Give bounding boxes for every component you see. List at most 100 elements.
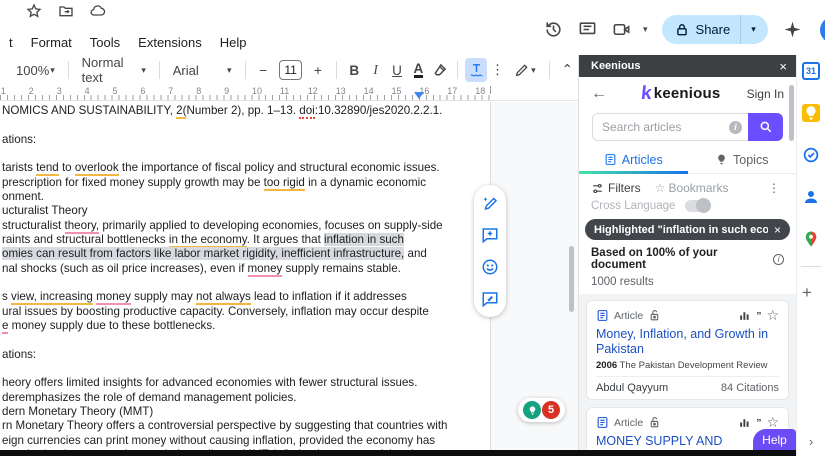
tab-articles[interactable]: Articles: [579, 146, 688, 173]
bold-button[interactable]: B: [344, 58, 365, 82]
meet-video-icon[interactable]: [608, 17, 634, 43]
tab-topics[interactable]: Topics: [688, 146, 797, 173]
chip-close-icon[interactable]: ×: [774, 223, 781, 237]
share-caret-icon[interactable]: ▾: [743, 24, 764, 35]
document-scrollbar[interactable]: [569, 246, 574, 312]
highlight-color-icon[interactable]: [429, 58, 450, 82]
zoom-select[interactable]: 100% ▾: [10, 58, 61, 82]
document-line[interactable]: heory offers limited insights for advanc…: [2, 376, 472, 390]
menu-insert-truncated[interactable]: t: [2, 33, 20, 52]
document-line[interactable]: raints and structural bottlenecks in the…: [2, 233, 472, 247]
menu-extensions[interactable]: Extensions: [131, 33, 209, 52]
document-line[interactable]: omies can result from factors like labor…: [2, 247, 472, 261]
font-select[interactable]: Arial ▾: [167, 58, 238, 82]
document-line[interactable]: onment.: [2, 190, 472, 204]
document-line[interactable]: ations:: [2, 133, 472, 147]
document-line[interactable]: nal shocks (such as oil price increases)…: [2, 262, 472, 276]
menu-format[interactable]: Format: [24, 33, 79, 52]
document-line[interactable]: prescription for fixed money supply grow…: [2, 176, 472, 190]
editing-mode-select[interactable]: ▾: [508, 58, 542, 82]
comments-icon[interactable]: [574, 17, 600, 43]
document-line[interactable]: s view, increasing money supply may not …: [2, 290, 472, 304]
ruler[interactable]: 123456789101112131415161718: [0, 86, 578, 101]
document-text[interactable]: NOMICS AND SUSTAINABILITY, 2(Number 2), …: [2, 104, 472, 450]
document-page[interactable]: NOMICS AND SUSTAINABILITY, 2(Number 2), …: [0, 102, 491, 450]
collapse-panel-icon[interactable]: ›: [809, 434, 813, 449]
help-button[interactable]: Help: [753, 429, 796, 451]
meet-caret-icon[interactable]: ▾: [643, 24, 648, 35]
sidebar-more-icon[interactable]: ⋮: [768, 181, 784, 195]
sign-in-link[interactable]: Sign In: [747, 87, 784, 101]
search-button[interactable]: [748, 113, 783, 141]
metrics-icon[interactable]: [738, 309, 751, 322]
menu-help[interactable]: Help: [213, 33, 254, 52]
document-line[interactable]: NOMICS AND SUSTAINABILITY, 2(Number 2), …: [2, 104, 472, 118]
search-placeholder: Search articles: [602, 120, 729, 134]
close-icon[interactable]: ×: [779, 59, 787, 74]
document-line[interactable]: rn Monetary Theory offers a controversia…: [2, 419, 472, 433]
paragraph-style-select[interactable]: Normal text ▾: [76, 58, 152, 82]
document-line[interactable]: deremphasizes the role of demand managem…: [2, 391, 472, 405]
maps-icon[interactable]: [802, 230, 820, 248]
filters-button[interactable]: Filters: [591, 181, 641, 195]
menu-tools[interactable]: Tools: [83, 33, 127, 52]
calendar-icon[interactable]: 31: [802, 62, 820, 80]
search-input[interactable]: Search articles i: [592, 113, 748, 141]
sidebar-scrollbar[interactable]: [789, 85, 794, 141]
document-line[interactable]: ucturalist Theory: [2, 204, 472, 218]
hide-menus-icon[interactable]: ⌃: [557, 58, 578, 82]
document-line[interactable]: e money supply due to these bottlenecks.: [2, 319, 472, 333]
share-button[interactable]: Share ▾: [662, 15, 768, 44]
bookmarks-button[interactable]: ☆ Bookmarks: [655, 181, 729, 195]
star-icon[interactable]: [26, 3, 42, 24]
extension-badge[interactable]: 5: [518, 398, 565, 422]
more-tools-icon[interactable]: ⋮: [487, 58, 508, 82]
metrics-icon[interactable]: [738, 416, 751, 429]
move-folder-icon[interactable]: [58, 3, 74, 24]
zoom-value: 100%: [16, 63, 49, 78]
increase-font-button[interactable]: +: [307, 58, 328, 82]
based-info-icon[interactable]: i: [773, 254, 784, 265]
suggest-edits-icon[interactable]: [481, 290, 499, 308]
account-avatar[interactable]: S: [820, 17, 825, 43]
document-line[interactable]: tarists tend to overlook the importance …: [2, 161, 472, 175]
document-line[interactable]: dern Monetary Theory (MMT): [2, 405, 472, 419]
document-line[interactable]: [2, 333, 472, 347]
bookmark-icon[interactable]: ☆: [766, 307, 779, 324]
text-color-button[interactable]: A: [408, 58, 429, 82]
document-line[interactable]: [2, 276, 472, 290]
document-line[interactable]: [2, 147, 472, 161]
decrease-font-button[interactable]: −: [252, 58, 273, 82]
emoji-reaction-icon[interactable]: [481, 258, 499, 276]
get-add-ons-icon[interactable]: +: [802, 283, 820, 301]
document-line[interactable]: ations:: [2, 348, 472, 362]
cross-language-toggle[interactable]: [685, 200, 711, 212]
underline-button[interactable]: U: [386, 58, 407, 82]
cite-icon[interactable]: ”: [756, 310, 761, 322]
share-label: Share: [696, 22, 731, 37]
document-line[interactable]: [2, 118, 472, 132]
add-comment-icon[interactable]: [481, 226, 499, 244]
cite-icon[interactable]: ”: [756, 417, 761, 429]
help-me-write-icon[interactable]: [481, 194, 499, 212]
tasks-icon[interactable]: [802, 146, 820, 164]
version-history-icon[interactable]: [540, 17, 566, 43]
document-line[interactable]: structuralist theory, primarily applied …: [2, 219, 472, 233]
keep-icon[interactable]: [802, 104, 820, 122]
highlighted-filter-chip[interactable]: Highlighted "inflation in such econ... ×: [585, 219, 790, 240]
ruler-number: 2: [29, 86, 34, 96]
highlight-tool-active-icon[interactable]: [465, 58, 486, 82]
article-card[interactable]: Article ” ☆ Money, Inflation, and Growth…: [586, 300, 789, 400]
indent-marker[interactable]: [414, 92, 424, 99]
document-line[interactable]: [2, 362, 472, 376]
document-line[interactable]: eign currencies can print money without …: [2, 434, 472, 448]
italic-button[interactable]: I: [365, 58, 386, 82]
document-line[interactable]: ural issues by boosting productive capac…: [2, 305, 472, 319]
font-size-input[interactable]: 11: [279, 60, 302, 80]
gemini-sparkle-icon[interactable]: [780, 17, 806, 43]
contacts-icon[interactable]: [802, 188, 820, 206]
back-icon[interactable]: ←: [591, 85, 615, 103]
search-info-icon[interactable]: i: [729, 121, 742, 134]
cloud-status-icon[interactable]: [90, 3, 106, 24]
article-title-link[interactable]: Money, Inflation, and Growth in Pakistan: [596, 327, 779, 357]
